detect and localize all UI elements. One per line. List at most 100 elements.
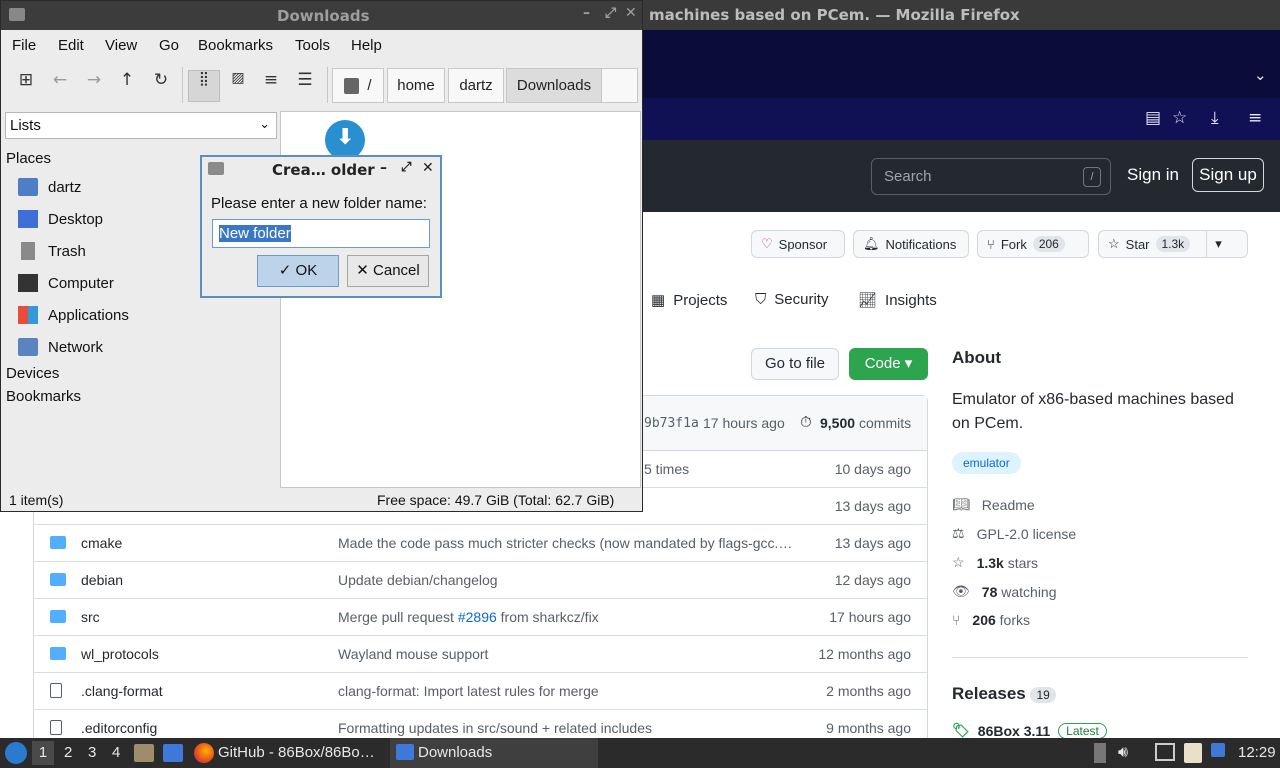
task-firefox[interactable]: GitHub - 86Box/86Bo… xyxy=(218,744,375,761)
folder-name-input[interactable]: New folder xyxy=(212,219,430,248)
tab-insights[interactable]: 📈︎ Insights xyxy=(858,291,937,310)
maximize-icon[interactable]: ⤢ xyxy=(401,160,411,175)
detailed-list-view-icon[interactable]: ☰ xyxy=(289,70,321,102)
workspace-1[interactable]: 1 xyxy=(32,741,54,765)
sidebar-item-desktop[interactable]: Desktop xyxy=(18,210,103,228)
sidebar-item-trash[interactable]: Trash xyxy=(18,242,86,260)
table-row[interactable]: wl_protocols Wayland mouse support 12 mo… xyxy=(34,636,927,673)
workspace-4[interactable]: 4 xyxy=(112,744,120,761)
workspace-2[interactable]: 2 xyxy=(64,744,72,761)
readme-link[interactable]: 📖︎ Readme xyxy=(952,496,1035,513)
commit-count[interactable]: 9,500 xyxy=(820,415,855,431)
file-name[interactable]: cmake xyxy=(81,535,122,551)
commit-hash[interactable]: 9b73f1a xyxy=(644,416,699,431)
stars-link[interactable]: ☆ 1.3k stars xyxy=(952,554,1038,571)
tab-security[interactable]: ⛉ Security xyxy=(755,291,828,308)
ok-button[interactable]: ✓ OK xyxy=(257,255,339,287)
cancel-button[interactable]: ✕ Cancel xyxy=(347,255,429,287)
notification-icon[interactable] xyxy=(1211,743,1225,757)
sidebar-item-applications[interactable]: Applications xyxy=(18,306,129,324)
forward-arrow-icon[interactable]: → xyxy=(78,70,110,102)
table-row[interactable]: .editorconfig Formatting updates in src/… xyxy=(34,710,927,738)
file-name[interactable]: .clang-format xyxy=(81,683,163,699)
sponsor-button[interactable]: ♡ Sponsor xyxy=(751,230,845,258)
desktop-launcher-icon[interactable] xyxy=(163,744,183,762)
network-icon[interactable] xyxy=(1155,743,1175,761)
start-menu-icon[interactable] xyxy=(5,742,27,764)
menu-file[interactable]: File xyxy=(12,37,36,54)
close-icon[interactable]: ✕ xyxy=(625,5,637,21)
commit-message[interactable]: Update debian/changelog xyxy=(338,572,798,588)
commit-message[interactable]: 5 times xyxy=(644,461,704,477)
menu-bookmarks[interactable]: Bookmarks xyxy=(198,37,273,54)
sign-up-button[interactable]: Sign up xyxy=(1192,158,1264,192)
sign-in-link[interactable]: Sign in xyxy=(1127,165,1179,185)
commit-message[interactable]: clang-format: Import latest rules for me… xyxy=(338,683,798,699)
github-search-input[interactable]: Search / xyxy=(871,158,1111,195)
hamburger-menu-icon[interactable]: ≡ xyxy=(1248,108,1262,128)
up-arrow-icon[interactable]: ↑ xyxy=(111,70,143,102)
side-pane-mode-select[interactable]: Lists ⌄ xyxy=(5,112,277,139)
star-dropdown-caret-icon[interactable]: ▾ xyxy=(1206,231,1222,257)
close-icon[interactable]: ✕ xyxy=(422,160,434,176)
code-button[interactable]: Code ▾ xyxy=(849,348,928,380)
task-downloads[interactable]: Downloads xyxy=(418,744,492,761)
new-tab-icon[interactable]: ⊞ xyxy=(10,70,42,102)
table-row[interactable]: debian Update debian/changelog 12 days a… xyxy=(34,562,927,599)
thumbnail-view-icon[interactable]: ▨ xyxy=(222,70,254,102)
back-arrow-icon[interactable]: ← xyxy=(44,70,76,102)
file-name[interactable]: debian xyxy=(81,572,123,588)
clock[interactable]: 12:29 xyxy=(1238,744,1276,761)
notifications-button[interactable]: 🔔︎ Notifications xyxy=(853,230,969,258)
bookmark-star-icon[interactable]: ☆ xyxy=(1172,108,1187,128)
fork-button[interactable]: ⑂ Fork 206 xyxy=(977,230,1089,258)
file-name[interactable]: src xyxy=(81,609,100,625)
commit-message[interactable]: Made the code pass much stricter checks … xyxy=(338,535,798,551)
commit-message[interactable]: Wayland mouse support xyxy=(338,646,798,662)
releases-heading[interactable]: Releases 19 xyxy=(952,684,1056,704)
devices-heading[interactable]: Devices xyxy=(6,365,59,382)
commits-label[interactable]: commits xyxy=(859,415,911,431)
maximize-icon[interactable]: ⤢ xyxy=(605,5,616,21)
menu-tools[interactable]: Tools xyxy=(295,37,330,54)
pull-request-link[interactable]: #2896 xyxy=(458,609,497,625)
minimize-icon[interactable]: – xyxy=(583,5,590,21)
minimize-icon[interactable]: – xyxy=(380,160,387,176)
license-link[interactable]: ⚖︎ GPL-2.0 license xyxy=(952,525,1076,542)
clipboard-icon[interactable] xyxy=(1184,743,1202,763)
forks-link[interactable]: ⑂ 206 forks xyxy=(952,612,1030,628)
volume-icon[interactable]: 🔊︎ xyxy=(1118,742,1128,762)
download-folder-icon[interactable]: ⬇ xyxy=(325,120,365,160)
table-row[interactable]: cmake Made the code pass much stricter c… xyxy=(34,525,927,562)
latest-release[interactable]: 🏷︎ 86Box 3.11 Latest xyxy=(952,722,1107,738)
star-button[interactable]: ☆ Star 1.3k ▾ xyxy=(1098,230,1248,258)
topic-tag[interactable]: emulator xyxy=(952,452,1021,474)
go-to-file-button[interactable]: Go to file xyxy=(751,348,839,380)
breadcrumb-root[interactable]: / xyxy=(332,68,384,103)
dialog-titlebar[interactable]: Crea… older – ⤢ ✕ xyxy=(202,157,440,183)
compact-view-icon[interactable]: ≡ xyxy=(255,70,287,102)
breadcrumb-home[interactable]: home xyxy=(387,68,445,103)
sidebar-item-computer[interactable]: Computer xyxy=(18,274,114,292)
commit-message[interactable]: Merge pull request #2896 from sharkcz/fi… xyxy=(338,609,798,625)
icon-view-icon[interactable]: ⣿ xyxy=(188,70,220,102)
tab-list-chevron-icon[interactable]: ⌄ xyxy=(1254,66,1267,84)
sidebar-item-network[interactable]: Network xyxy=(18,338,103,356)
battery-icon[interactable] xyxy=(1094,743,1106,763)
tab-projects[interactable]: ▦ Projects xyxy=(651,291,727,310)
menu-edit[interactable]: Edit xyxy=(58,37,84,54)
file-manager-titlebar[interactable]: Downloads – ⤢ ✕ xyxy=(1,1,642,30)
menu-view[interactable]: View xyxy=(105,37,137,54)
table-row[interactable]: src Merge pull request #2896 from sharkc… xyxy=(34,599,927,636)
places-heading[interactable]: Places xyxy=(6,150,51,167)
file-name[interactable]: .editorconfig xyxy=(81,720,157,736)
file-manager-launcher-icon[interactable] xyxy=(134,744,154,762)
downloads-icon[interactable]: ⤓ xyxy=(1211,108,1219,128)
reload-icon[interactable]: ↻ xyxy=(145,70,177,102)
breadcrumb-dartz[interactable]: dartz xyxy=(448,68,504,103)
menu-go[interactable]: Go xyxy=(159,37,179,54)
breadcrumb-downloads[interactable]: Downloads xyxy=(506,68,602,103)
bookmarks-heading[interactable]: Bookmarks xyxy=(6,388,81,405)
file-name[interactable]: wl_protocols xyxy=(81,646,159,662)
table-row[interactable]: .clang-format clang-format: Import lates… xyxy=(34,673,927,710)
